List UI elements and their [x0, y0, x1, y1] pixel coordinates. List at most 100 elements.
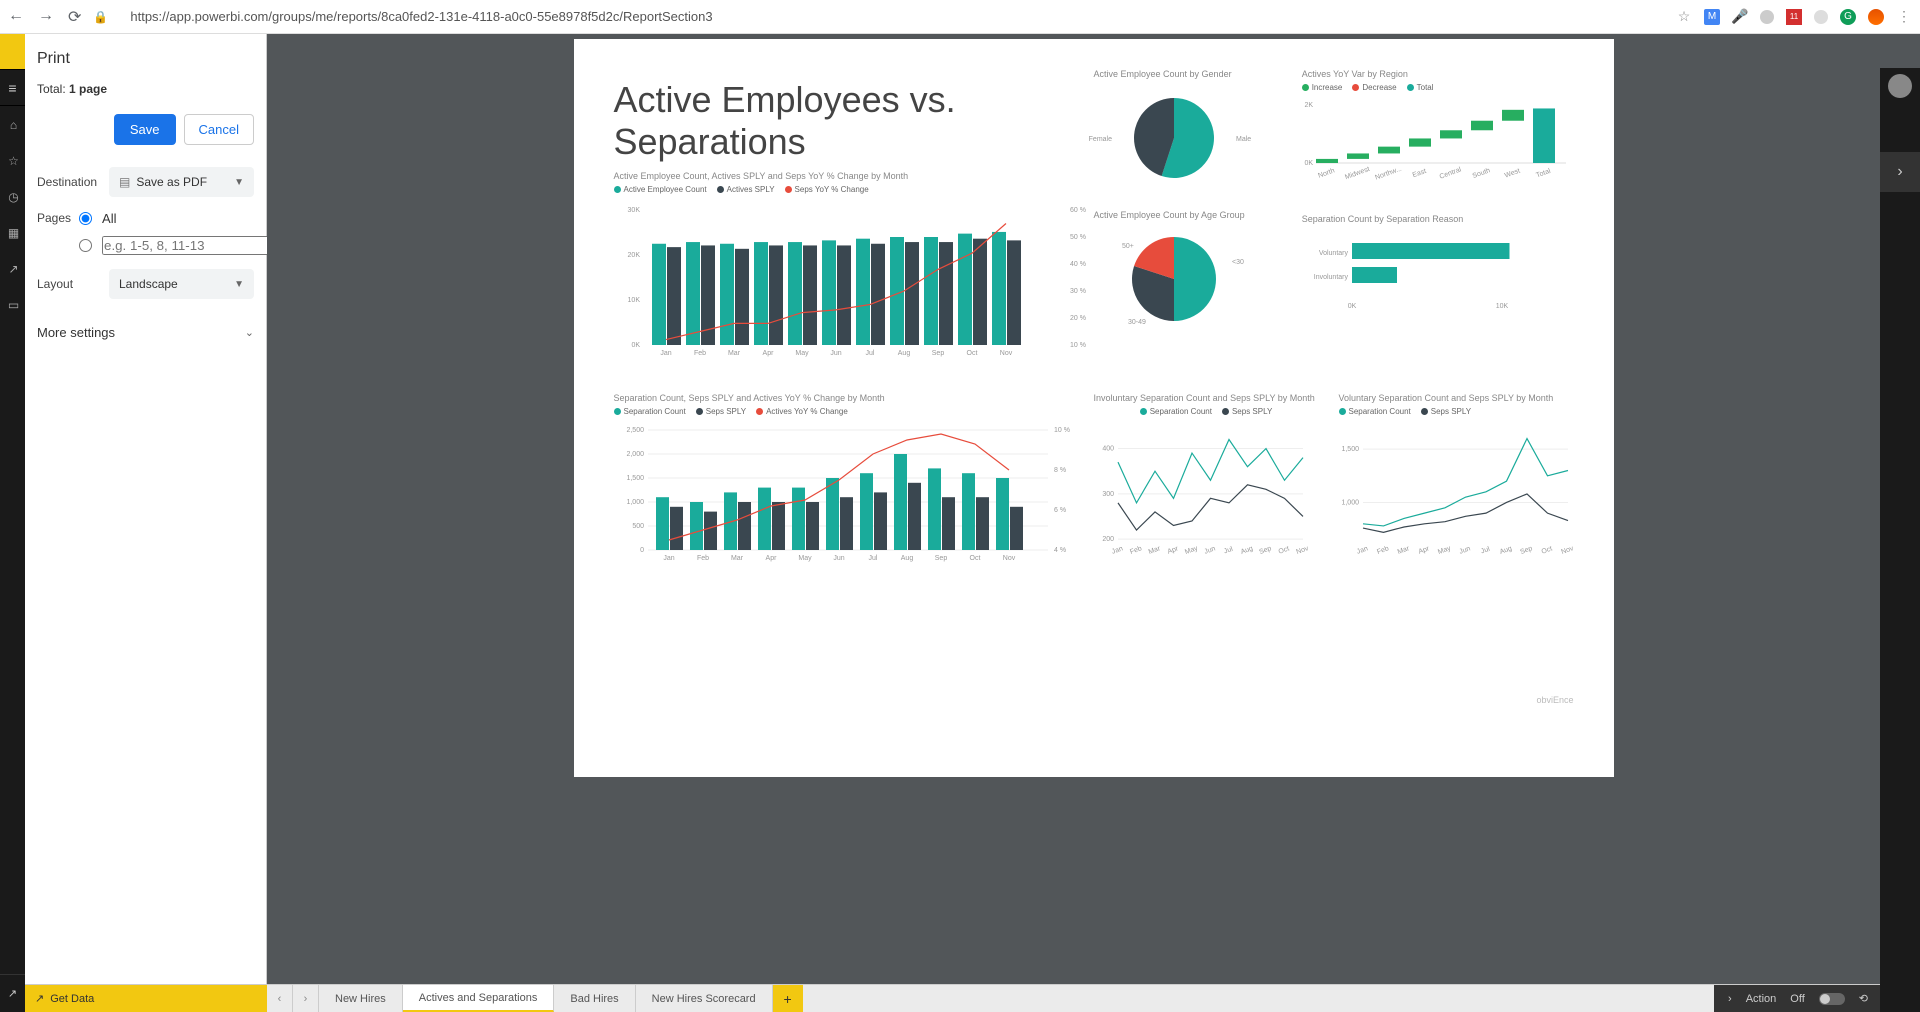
svg-text:South: South: [1471, 167, 1491, 180]
home-icon[interactable]: ⌂: [0, 116, 25, 134]
page-tab[interactable]: Bad Hires: [554, 985, 635, 1012]
svg-text:May: May: [1184, 545, 1199, 556]
svg-text:8 %: 8 %: [1054, 467, 1066, 474]
reset-icon[interactable]: ⟲: [1859, 992, 1868, 1005]
print-panel: Print Total: 1 page Save Cancel Destinat…: [25, 34, 267, 1012]
svg-text:Oct: Oct: [966, 350, 977, 357]
svg-text:Jun: Jun: [1458, 545, 1471, 555]
more-settings-toggle[interactable]: More settings ⌄: [37, 313, 254, 340]
save-button[interactable]: Save: [114, 114, 176, 145]
apps-icon[interactable]: ▦: [0, 224, 25, 242]
svg-text:2,000: 2,000: [626, 451, 644, 458]
svg-text:20K: 20K: [627, 252, 640, 259]
forward-icon[interactable]: →: [38, 7, 54, 27]
svg-text:0K: 0K: [631, 342, 640, 349]
svg-text:Mar: Mar: [1147, 545, 1161, 556]
get-data-arrow-icon: ↗: [35, 992, 44, 1005]
share-icon[interactable]: ↗: [0, 260, 25, 278]
pages-custom-input[interactable]: [102, 236, 283, 255]
svg-text:May: May: [1437, 545, 1452, 556]
get-data-bar[interactable]: ↗ Get Data: [25, 985, 267, 1012]
svg-text:<30: <30: [1232, 259, 1244, 266]
back-icon[interactable]: ←: [8, 7, 24, 27]
off-label: Off: [1790, 993, 1804, 1005]
page-tab[interactable]: New Hires: [319, 985, 403, 1012]
chevron-down-icon: ▼: [234, 177, 244, 188]
layout-select[interactable]: Landscape ▼: [109, 269, 254, 299]
svg-text:Mar: Mar: [1396, 545, 1410, 556]
svg-text:Involuntary: Involuntary: [1313, 274, 1348, 281]
bookmark-toggle[interactable]: [1819, 993, 1845, 1005]
svg-text:May: May: [795, 350, 809, 357]
pages-label: Pages: [37, 211, 71, 225]
action-label[interactable]: Action: [1746, 993, 1777, 1005]
page-tab[interactable]: New Hires Scorecard: [636, 985, 773, 1012]
hamburger-icon[interactable]: ≡: [0, 70, 25, 106]
ext-icon-grey[interactable]: [1760, 10, 1774, 24]
destination-select[interactable]: ▤Save as PDF ▼: [109, 167, 254, 197]
ext-icon-grey2[interactable]: [1814, 10, 1828, 24]
svg-text:Nov: Nov: [1295, 545, 1310, 556]
svg-text:50 %: 50 %: [1070, 234, 1086, 241]
svg-text:Voluntary: Voluntary: [1319, 250, 1349, 257]
tab-prev-button[interactable]: ‹: [267, 985, 293, 1012]
star-icon[interactable]: ☆: [1676, 9, 1692, 25]
svg-text:Jul: Jul: [1223, 546, 1234, 556]
reload-icon[interactable]: ⟳: [68, 7, 81, 27]
ext-icon-red[interactable]: 11: [1786, 9, 1802, 25]
svg-text:500: 500: [632, 523, 644, 530]
mic-icon[interactable]: 🎤: [1732, 9, 1748, 25]
ext-icon-green[interactable]: G: [1840, 9, 1856, 25]
cancel-button[interactable]: Cancel: [184, 114, 254, 145]
svg-text:Feb: Feb: [693, 350, 705, 357]
chart8: 1,0001,500JanFebMarAprMayJunJulAugSepOct…: [1339, 422, 1574, 572]
chart1: 0K10K20K30K10 %20 %30 %40 %50 %60 %JanFe…: [614, 200, 1074, 370]
svg-text:Oct: Oct: [1540, 545, 1553, 555]
url-bar[interactable]: https://app.powerbi.com/groups/me/report…: [120, 5, 1664, 28]
tab-next-button[interactable]: ›: [293, 985, 319, 1012]
kebab-icon[interactable]: ⋮: [1896, 9, 1912, 25]
svg-text:Jan: Jan: [1355, 545, 1368, 555]
svg-text:1,000: 1,000: [626, 499, 644, 506]
svg-text:Feb: Feb: [696, 555, 708, 562]
svg-text:Mar: Mar: [727, 350, 740, 357]
svg-text:Female: Female: [1088, 136, 1111, 143]
svg-text:Jan: Jan: [660, 350, 671, 357]
chart1-legend: Active Employee Count Actives SPLY Seps …: [614, 185, 1074, 194]
svg-text:Jun: Jun: [1203, 545, 1216, 555]
print-preview-area: Active Employees vs. Separations Active …: [267, 34, 1920, 1012]
svg-text:Nov: Nov: [1002, 555, 1015, 562]
get-data-button[interactable]: ↗: [0, 974, 25, 1012]
pages-custom-radio[interactable]: [79, 239, 92, 252]
clock-icon[interactable]: ◷: [0, 188, 25, 206]
ext-icon-orange[interactable]: [1868, 9, 1884, 25]
add-tab-button[interactable]: +: [773, 985, 803, 1012]
svg-text:Jul: Jul: [1480, 546, 1491, 556]
chart3: 2K0KNorthMidwestNorthw...EastCentralSout…: [1302, 98, 1572, 193]
page-tab[interactable]: Actives and Separations: [403, 985, 555, 1012]
svg-text:30-49: 30-49: [1128, 319, 1146, 326]
svg-text:Mar: Mar: [730, 555, 743, 562]
chart8-legend: Separation Count Seps SPLY: [1339, 407, 1574, 416]
chart6: 05001,0001,5002,0002,5004 %6 %8 %10 %Jan…: [614, 422, 1074, 582]
svg-text:6 %: 6 %: [1054, 507, 1066, 514]
avatar[interactable]: [1888, 74, 1912, 98]
svg-text:30 %: 30 %: [1070, 288, 1086, 295]
star-nav-icon[interactable]: ☆: [0, 152, 25, 170]
chart7-title: Involuntary Separation Count and Seps SP…: [1094, 393, 1319, 403]
workspace-icon[interactable]: ▭: [0, 296, 25, 314]
expand-pane-icon[interactable]: ›: [1880, 152, 1920, 192]
logo-tile[interactable]: [0, 34, 25, 70]
chevron-down-icon: ⌄: [245, 326, 254, 339]
svg-text:2K: 2K: [1304, 102, 1313, 109]
chart8-title: Voluntary Separation Count and Seps SPLY…: [1339, 393, 1574, 403]
chart3-title: Actives YoY Var by Region: [1302, 69, 1574, 79]
svg-text:Oct: Oct: [1277, 545, 1290, 555]
pages-all-radio[interactable]: [79, 212, 92, 225]
svg-text:Male: Male: [1236, 136, 1251, 143]
page-title: Active Employees vs. Separations: [614, 79, 1074, 163]
chart2: FemaleMale: [1094, 83, 1254, 193]
print-preview-page: Active Employees vs. Separations Active …: [574, 39, 1614, 777]
ext-icon-1[interactable]: M: [1704, 9, 1720, 25]
svg-text:0: 0: [640, 547, 644, 554]
